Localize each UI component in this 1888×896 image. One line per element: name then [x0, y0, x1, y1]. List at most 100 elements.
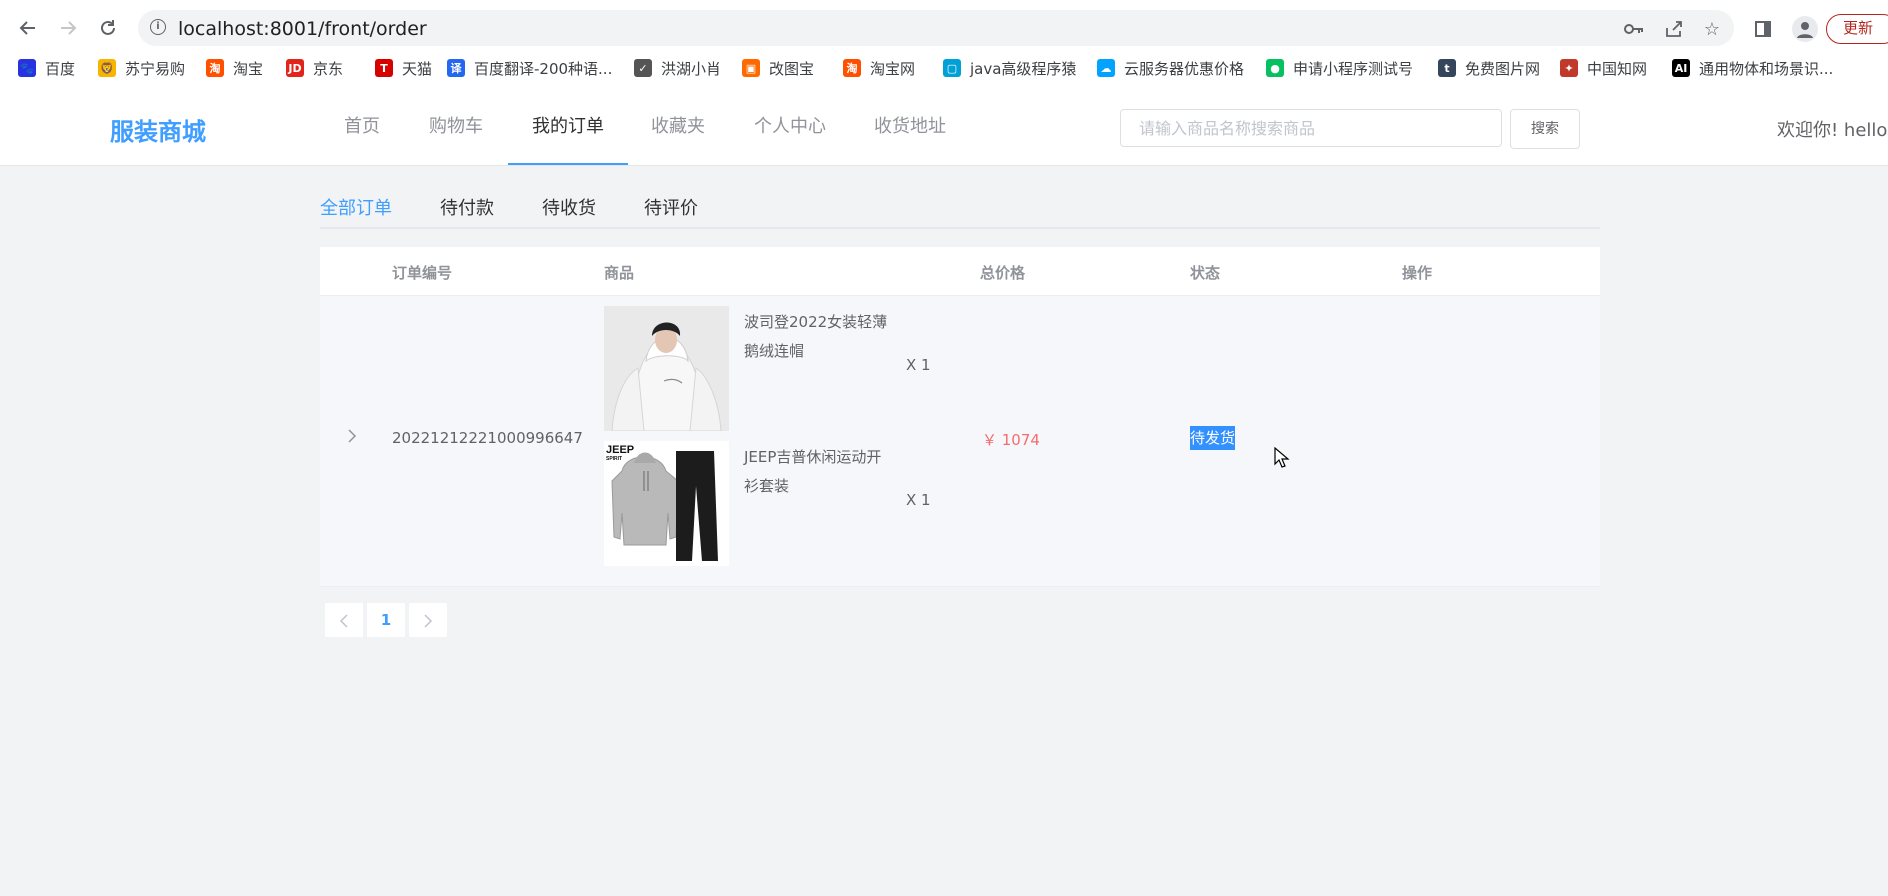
- gaitubao-icon: ▣: [742, 59, 760, 77]
- address-url[interactable]: localhost:8001/front/order: [178, 18, 427, 40]
- bookmark-label: 云服务器优惠价格: [1124, 59, 1245, 78]
- svg-text:JEEP: JEEP: [606, 444, 634, 456]
- site-logo[interactable]: 服装商城: [110, 112, 206, 147]
- bookmark-item[interactable]: JD 京东: [286, 54, 343, 82]
- bookmark-item[interactable]: ▢ java高级程序猿: [943, 54, 1076, 82]
- bookmark-label: 京东: [313, 59, 344, 78]
- bookmark-label: 百度翻译-200种语...: [474, 59, 613, 78]
- site-header: 服装商城 首页 购物车 我的订单 收藏夹 个人中心 收货地址 搜索 欢迎你! h…: [0, 92, 1888, 166]
- bookmark-item[interactable]: 淘淘宝: [206, 54, 263, 82]
- reload-icon[interactable]: [94, 14, 122, 42]
- tab-pending-review[interactable]: 待评价: [644, 194, 698, 229]
- tmall-icon: T: [375, 59, 393, 77]
- share-icon[interactable]: [1662, 17, 1686, 41]
- taobao-icon: 淘: [843, 59, 861, 77]
- ai-icon: AI: [1672, 59, 1690, 77]
- bookmark-label: 中国知网: [1587, 59, 1648, 78]
- column-header-actions: 操作: [1402, 264, 1433, 282]
- site-info-icon[interactable]: i: [150, 19, 166, 35]
- forward-arrow-icon[interactable]: [54, 14, 82, 42]
- bookmark-item[interactable]: 🦁 苏宁易购: [98, 54, 185, 82]
- address-bar-row: i localhost:8001/front/order ☆ 更新: [0, 4, 1888, 50]
- chevron-right-icon[interactable]: [344, 428, 360, 444]
- bookmark-label: 淘宝网: [870, 59, 916, 78]
- order-tabs: 全部订单 待付款 待收货 待评价: [320, 186, 1600, 230]
- address-bar[interactable]: i localhost:8001/front/order ☆: [138, 10, 1734, 46]
- baidu-paw-icon: 🐾: [18, 59, 36, 77]
- column-header-product: 商品: [604, 264, 635, 282]
- bird-icon: ✓: [634, 59, 652, 77]
- side-panel-icon[interactable]: [1750, 16, 1776, 42]
- bookmark-item[interactable]: ✓ 洪湖小肖: [634, 54, 721, 82]
- product-quantity: X 1: [906, 356, 931, 374]
- tab-all-orders[interactable]: 全部订单: [320, 194, 392, 229]
- welcome-text: 欢迎你! hello: [1777, 120, 1888, 141]
- bookmark-label: 苏宁易购: [125, 59, 186, 78]
- next-page-button[interactable]: [409, 603, 447, 637]
- bookmark-item[interactable]: AI 通用物体和场景识...: [1672, 54, 1833, 82]
- search-button[interactable]: 搜索: [1510, 109, 1580, 149]
- taobao-icon: 淘: [206, 59, 224, 77]
- bookmark-label: 淘宝: [233, 59, 264, 78]
- cnki-icon: ✦: [1560, 59, 1578, 77]
- orders-table: 订单编号 商品 总价格 状态 操作 20221212221000996647 波…: [320, 247, 1600, 587]
- order-total-price: ￥ 1074: [982, 431, 1040, 449]
- nav-item-my-orders[interactable]: 我的订单: [508, 92, 628, 165]
- nav-item-favorites[interactable]: 收藏夹: [646, 92, 710, 165]
- bookmark-item[interactable]: 淘淘宝网: [843, 54, 915, 82]
- bookmark-label: 通用物体和场景识...: [1699, 59, 1834, 78]
- bookmark-label: 免费图片网: [1465, 59, 1541, 78]
- browser-chrome: i localhost:8001/front/order ☆ 更新 🐾 百度 🦁 苏宁…: [0, 0, 1888, 93]
- tumblr-icon: t: [1438, 59, 1456, 77]
- mouse-cursor-icon: [1274, 447, 1290, 468]
- bookmark-label: java高级程序猿: [970, 59, 1077, 78]
- jd-icon: JD: [286, 59, 304, 77]
- cloud-icon: ☁: [1097, 59, 1115, 77]
- tab-pending-payment[interactable]: 待付款: [440, 194, 494, 229]
- bookmark-item[interactable]: T 天猫: [375, 54, 432, 82]
- column-header-status: 状态: [1190, 264, 1221, 282]
- grey-tracksuit-photo[interactable]: JEEP SPIRIT: [604, 441, 729, 566]
- product-name[interactable]: JEEP吉普休闲运动开衫套装: [744, 443, 894, 501]
- back-arrow-icon[interactable]: [14, 14, 42, 42]
- order-product-item: 波司登2022女装轻薄鹅绒连帽 X 1: [604, 306, 964, 432]
- white-hoodie-photo[interactable]: [604, 306, 729, 431]
- bookmark-label: 洪湖小肖: [661, 59, 722, 78]
- bookmarks-bar: 🐾 百度 🦁 苏宁易购淘淘宝 JD 京东 T 天猫译百度翻译-200种语... ✓ 洪湖小肖 ▣ 改图…: [0, 54, 1888, 84]
- order-product-item: JEEP SPIRIT JEEP吉普休闲运动开衫套装 X 1: [604, 441, 964, 567]
- bookmark-item[interactable]: ✦ 中国知网: [1560, 54, 1647, 82]
- column-header-order-no: 订单编号: [392, 264, 453, 282]
- bookmark-label: 申请小程序测试号: [1293, 59, 1414, 78]
- bookmark-item[interactable]: 🐾 百度: [18, 54, 75, 82]
- profile-avatar-icon[interactable]: [1792, 16, 1818, 42]
- suning-lion-icon: 🦁: [98, 59, 116, 77]
- prev-page-button[interactable]: [325, 603, 363, 637]
- tabs-divider: [320, 227, 1600, 229]
- nav-item-home[interactable]: 首页: [330, 92, 394, 165]
- svg-text:SPIRIT: SPIRIT: [606, 456, 622, 462]
- tab-pending-receipt[interactable]: 待收货: [542, 194, 596, 229]
- bilibili-icon: ▢: [943, 59, 961, 77]
- bookmark-item[interactable]: t 免费图片网: [1438, 54, 1540, 82]
- wechat-icon: ●: [1266, 59, 1284, 77]
- bookmark-item[interactable]: 译百度翻译-200种语...: [447, 54, 612, 82]
- bookmark-item[interactable]: ☁ 云服务器优惠价格: [1097, 54, 1244, 82]
- nav-item-address[interactable]: 收货地址: [866, 92, 954, 165]
- nav-item-profile[interactable]: 个人中心: [746, 92, 834, 165]
- order-number: 20221212221000996647: [392, 429, 583, 447]
- nav-item-cart[interactable]: 购物车: [422, 92, 490, 165]
- table-header: 订单编号 商品 总价格 状态 操作: [320, 247, 1600, 296]
- bookmark-star-icon[interactable]: ☆: [1700, 17, 1724, 41]
- search-input[interactable]: [1120, 109, 1502, 147]
- bookmark-label: 天猫: [402, 59, 433, 78]
- bookmark-label: 改图宝: [769, 59, 815, 78]
- table-row[interactable]: 20221212221000996647 波司登2022女装轻薄鹅绒连帽 X 1: [320, 296, 1600, 587]
- translate-icon: 译: [447, 59, 465, 77]
- key-icon[interactable]: [1622, 17, 1646, 41]
- update-button[interactable]: 更新: [1826, 14, 1888, 44]
- bookmark-item[interactable]: ● 申请小程序测试号: [1266, 54, 1413, 82]
- column-header-total-price: 总价格: [980, 264, 1026, 282]
- bookmark-item[interactable]: ▣ 改图宝: [742, 54, 814, 82]
- page-number-button[interactable]: 1: [367, 603, 405, 637]
- product-name[interactable]: 波司登2022女装轻薄鹅绒连帽: [744, 308, 894, 366]
